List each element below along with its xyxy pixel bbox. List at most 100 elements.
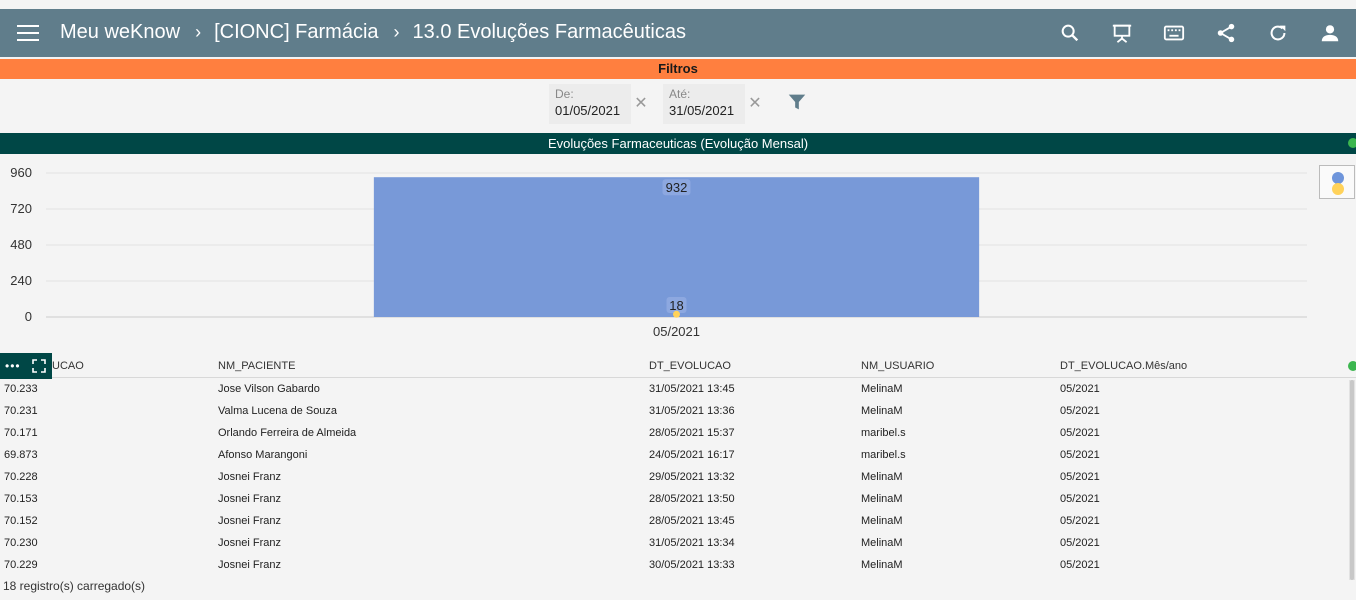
table-cell: 05/2021 — [1060, 537, 1100, 549]
table-cell: MelinaM — [861, 515, 903, 527]
more-options-icon[interactable]: ••• — [5, 360, 21, 372]
table-cell: 24/05/2021 16:17 — [649, 449, 735, 461]
table-cell: MelinaM — [861, 537, 903, 549]
toolbar — [1044, 9, 1356, 57]
chevron-right-icon: › — [393, 22, 400, 42]
chart-title: Evoluções Farmaceuticas (Evolução Mensal… — [0, 133, 1356, 154]
y-tick-label: 0 — [25, 309, 32, 324]
clear-date-to-icon[interactable]: ✕ — [741, 89, 769, 119]
table-cell: 05/2021 — [1060, 493, 1100, 505]
breadcrumb-home[interactable]: Meu weKnow — [60, 21, 180, 44]
status-indicator — [1348, 361, 1356, 371]
table-cell: Afonso Marangoni — [218, 449, 308, 461]
scrollbar-thumb[interactable] — [1350, 380, 1354, 580]
table-cell: Josnei Franz — [218, 471, 281, 483]
table-cell: MelinaM — [861, 559, 903, 571]
table-cell: Orlando Ferreira de Almeida — [218, 427, 357, 439]
chart-panel: 960 720 480 240 0 932 18 05/2021 — [0, 154, 1356, 350]
keyboard-icon[interactable] — [1148, 9, 1200, 57]
column-header[interactable]: NM_USUARIO — [861, 360, 934, 372]
table-row[interactable]: 70.233 Jose Vilson Gabardo 31/05/2021 13:4… — [0, 378, 1345, 400]
table-cell: 28/05/2021 13:45 — [649, 515, 735, 527]
table-cell: 05/2021 — [1060, 559, 1100, 571]
table-cell: 05/2021 — [1060, 405, 1100, 417]
table-body: 70.233 Jose Vilson Gabardo 31/05/2021 13:4… — [0, 378, 1345, 576]
table-row[interactable]: 70.229 Josnei Franz 30/05/2021 13:33 Melina… — [0, 554, 1345, 576]
table-cell: 05/2021 — [1060, 383, 1100, 395]
table-cell: 29/05/2021 13:32 — [649, 471, 735, 483]
filters-panel: De: 01/05/2021 ✕ Até: 31/05/2021 ✕ — [0, 79, 1356, 132]
bar-chart: 960 720 480 240 0 932 18 05/2021 — [10, 165, 1307, 339]
table-cell: 28/05/2021 15:37 — [649, 427, 735, 439]
table-cell: Josnei Franz — [218, 559, 281, 571]
table-cell: MelinaM — [861, 493, 903, 505]
table-cell: 30/05/2021 13:33 — [649, 559, 735, 571]
table-cell: 70.233 — [4, 383, 38, 395]
table-cell: 31/05/2021 13:45 — [649, 383, 735, 395]
y-tick-label: 240 — [10, 273, 32, 288]
breadcrumb-folder[interactable]: [CIONC] Farmácia — [214, 21, 378, 44]
table-cell: MelinaM — [861, 383, 903, 395]
table-row[interactable]: 70.230 Josnei Franz 31/05/2021 13:34 Melina… — [0, 532, 1345, 554]
table-row[interactable]: 70.231 Valma Lucena de Souza 31/05/2021 13… — [0, 400, 1345, 422]
chevron-right-icon: › — [195, 22, 202, 42]
table-cell: maribel.s — [861, 427, 906, 439]
y-tick-label: 480 — [10, 237, 32, 252]
table-cell: 05/2021 — [1060, 449, 1100, 461]
table-row[interactable]: 70.228 Josnei Franz 29/05/2021 13:32 Melina… — [0, 466, 1345, 488]
legend-series-2-swatch — [1332, 183, 1344, 195]
table-cell: 05/2021 — [1060, 471, 1100, 483]
table-cell: Josnei Franz — [218, 515, 281, 527]
table-row[interactable]: 70.152 Josnei Franz 28/05/2021 13:45 Melina… — [0, 510, 1345, 532]
filters-header: Filtros — [0, 59, 1356, 79]
hamburger-menu-icon[interactable] — [17, 23, 39, 43]
table-toolbar: ••• — [0, 353, 52, 379]
table-cell: 05/2021 — [1060, 427, 1100, 439]
data-label: 932 — [666, 180, 688, 195]
legend-toggle-button[interactable] — [1319, 165, 1355, 199]
table-row[interactable]: 69.873 Afonso Marangoni 24/05/2021 16:17 ma… — [0, 444, 1345, 466]
table-cell: 70.171 — [4, 427, 38, 439]
clear-date-from-icon[interactable]: ✕ — [627, 89, 655, 119]
table-row[interactable]: 70.153 Josnei Franz 28/05/2021 13:50 Melina… — [0, 488, 1345, 510]
records-count: 18 registro(s) carregado(s) — [3, 579, 146, 593]
fullscreen-icon[interactable] — [32, 359, 46, 373]
search-icon[interactable] — [1044, 9, 1096, 57]
user-icon[interactable] — [1304, 9, 1356, 57]
share-icon[interactable] — [1200, 9, 1252, 57]
table-cell: MelinaM — [861, 471, 903, 483]
column-header[interactable]: DT_EVOLUCAO — [649, 360, 731, 372]
column-header[interactable]: DT_EVOLUCAO.Mês/ano — [1060, 360, 1187, 372]
top-bar: Meu weKnow › [CIONC] Farmácia › 13.0 Evo… — [0, 9, 1356, 57]
table-cell: MelinaM — [861, 405, 903, 417]
date-from-value[interactable]: 01/05/2021 — [555, 103, 631, 118]
filter-icon[interactable] — [786, 91, 808, 113]
table-header: UCAO NM_PACIENTE DT_EVOLUCAO NM_USUARIO … — [0, 354, 1356, 378]
table-cell: 28/05/2021 13:50 — [649, 493, 735, 505]
breadcrumb-dashboard: 13.0 Evoluções Farmacêuticas — [412, 21, 686, 43]
y-tick-label: 720 — [10, 201, 32, 216]
presentation-icon[interactable] — [1096, 9, 1148, 57]
column-header[interactable]: NM_PACIENTE — [218, 360, 295, 372]
table-row[interactable]: 70.171 Orlando Ferreira de Almeida 28/05/2… — [0, 422, 1345, 444]
table-cell: 70.228 — [4, 471, 38, 483]
data-label: 18 — [669, 298, 683, 313]
date-to-value[interactable]: 31/05/2021 — [669, 103, 745, 118]
table-scrollbar[interactable] — [1349, 380, 1355, 580]
table-cell: maribel.s — [861, 449, 906, 461]
refresh-icon[interactable] — [1252, 9, 1304, 57]
column-header[interactable]: UCAO — [52, 360, 84, 372]
x-tick-label: 05/2021 — [653, 324, 700, 339]
table-cell: 70.152 — [4, 515, 38, 527]
table-cell: 31/05/2021 13:34 — [649, 537, 735, 549]
table-cell: 70.231 — [4, 405, 38, 417]
date-to-field[interactable]: Até: 31/05/2021 — [663, 84, 745, 124]
point-series-2 — [673, 310, 680, 318]
table-cell: 70.229 — [4, 559, 38, 571]
status-indicator — [1348, 138, 1356, 148]
date-to-label: Até: — [669, 87, 691, 101]
date-from-field[interactable]: De: 01/05/2021 — [549, 84, 631, 124]
table-cell: Josnei Franz — [218, 537, 281, 549]
table-cell: 70.153 — [4, 493, 38, 505]
bar-series-1 — [373, 177, 980, 317]
